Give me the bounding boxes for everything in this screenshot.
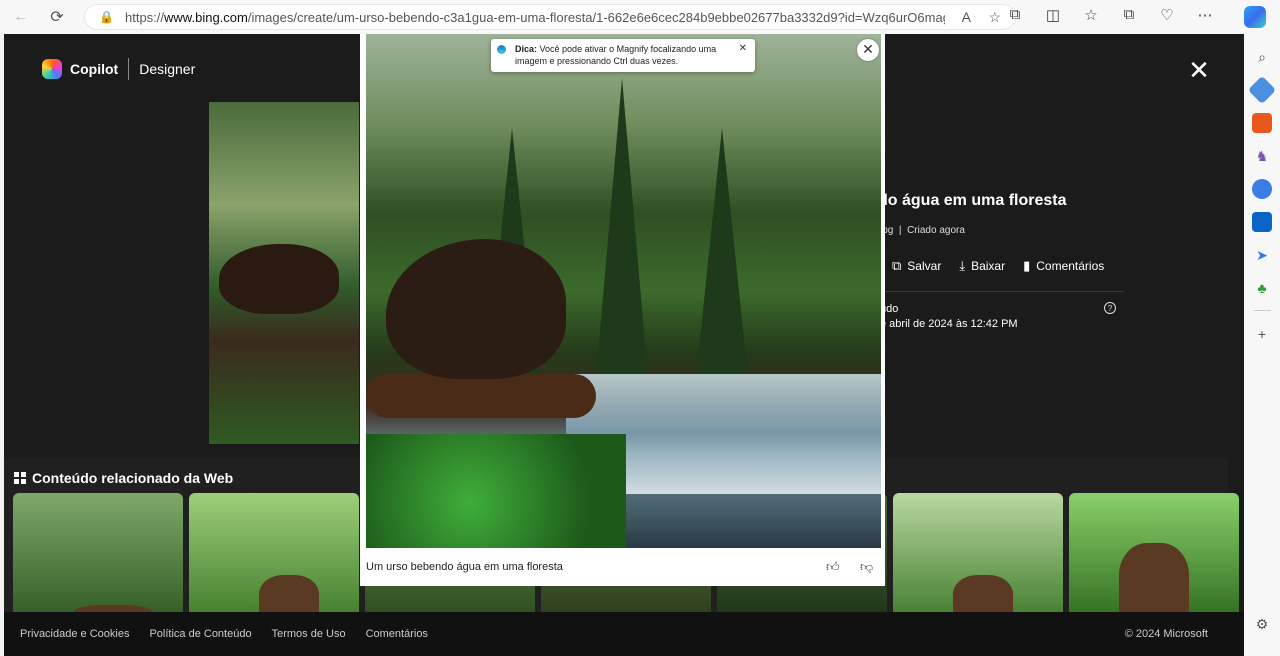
browser-essentials-icon[interactable]: ♡ [1148,6,1186,24]
feedback-link[interactable]: Comentários [366,628,428,640]
back-icon[interactable]: ← [6,2,36,32]
copilot-sidebar-icon[interactable] [1244,6,1266,28]
games-icon[interactable]: ♞ [1252,146,1272,166]
fern-shape [366,434,626,548]
refresh-icon[interactable]: ⟳ [42,2,72,32]
bear-figure [219,244,339,314]
bear-figure [386,239,566,379]
comment-icon: ▮ [1023,258,1031,273]
add-icon[interactable]: + [1252,324,1272,344]
privacy-link[interactable]: Privacidade e Cookies [20,628,129,640]
header-logo[interactable]: Copilot Designer [42,58,195,80]
tree-shape [696,128,748,378]
thumbs-up-icon[interactable]: 👍︎ [826,559,840,575]
thumbs-down-icon[interactable]: 👎︎ [860,559,873,575]
split-screen-icon[interactable]: ◫ [1034,6,1072,24]
send-icon[interactable]: ➤ [1252,245,1272,265]
created-date: e abril de 2024 às 12:42 PM [880,318,1018,330]
favorites-icon[interactable]: ☆ [1072,6,1110,24]
main-image-preview[interactable] [209,102,359,444]
toolbar-icons: ⧉ ◫ ☆ ⧉ ♡ ⋯ [996,6,1224,24]
related-heading: Conteúdo relacionado da Web [14,470,233,486]
copyright: © 2024 Microsoft [1124,628,1208,640]
tip-close-icon[interactable]: ✕ [739,43,747,55]
page-footer: Privacidade e Cookies Política de Conteú… [4,612,1244,656]
tree-shape [596,78,648,378]
help-icon[interactable]: ? [1104,302,1116,314]
product-name: Designer [139,61,196,77]
browser-toolbar: ← ⟳ 🔒 https://www.bing.com/images/create… [0,0,1280,34]
save-button[interactable]: ⧉ Salvar [892,258,941,274]
magnify-tip: Dica: Você pode ativar o Magnify focaliz… [491,39,755,72]
related-thumbnail[interactable] [1069,493,1239,612]
read-aloud-icon[interactable]: A [962,9,971,25]
more-menu-icon[interactable]: ⋯ [1186,6,1224,24]
edge-icon [497,45,506,54]
brand-name: Copilot [70,61,119,77]
sidebar-divider [1253,310,1271,311]
close-icon[interactable]: ✕ [1187,57,1211,83]
settings-gear-icon[interactable]: ⚙ [1252,614,1272,634]
image-preview-modal: Dica: Você pode ativar o Magnify focaliz… [360,34,885,586]
related-thumbnail[interactable] [13,493,183,612]
save-icon: ⧉ [892,258,902,273]
microsoft365-icon[interactable] [1252,179,1272,199]
footer-links: Privacidade e Cookies Política de Conteú… [20,628,428,640]
related-heading-text: Conteúdo relacionado da Web [32,470,234,486]
details-divider [880,291,1124,292]
toolbox-icon[interactable] [1252,113,1272,133]
extensions-icon[interactable]: ⧉ [996,6,1034,24]
download-icon: ⤓ [959,258,966,273]
logo-divider [128,58,130,80]
image-title: do água em uma floresta [878,192,1067,209]
modal-close-icon[interactable]: ✕ [857,39,879,61]
search-icon[interactable]: ⌕ [1252,47,1272,67]
log-shape [366,374,596,418]
tip-text: Você pode ativar o Magnify focalizando u… [515,44,717,66]
image-meta: jpg | Criado agora [880,225,965,236]
related-thumbnail[interactable] [893,493,1063,612]
image-actions: ⧉ Salvar ⤓ Baixar ▮ Comentários [892,258,1104,274]
image-caption: Um urso bebendo água em uma floresta [366,561,563,573]
tree-icon[interactable]: ♣ [1252,278,1272,298]
lock-icon[interactable]: 🔒 [99,10,114,24]
comments-button[interactable]: ▮ Comentários [1023,258,1104,274]
content-policy-link[interactable]: Política de Conteúdo [149,628,251,640]
tip-label: Dica: [515,44,538,54]
outlook-icon[interactable] [1252,212,1272,232]
tag-icon[interactable] [1247,75,1277,105]
download-button[interactable]: ⤓ Baixar [959,258,1005,274]
terms-link[interactable]: Termos de Uso [272,628,346,640]
grid-icon [14,472,26,484]
copilot-logo-icon [42,59,62,79]
address-bar[interactable]: 🔒 https://www.bing.com/images/create/um-… [84,4,1016,30]
edge-sidebar: ⌕ ♞ ➤ ♣ + ⚙ [1244,34,1280,656]
related-thumbnail[interactable] [189,493,359,612]
collections-icon[interactable]: ⧉ [1110,6,1148,24]
url-text: https://www.bing.com/images/create/um-ur… [125,9,945,25]
generated-image[interactable] [366,34,881,548]
